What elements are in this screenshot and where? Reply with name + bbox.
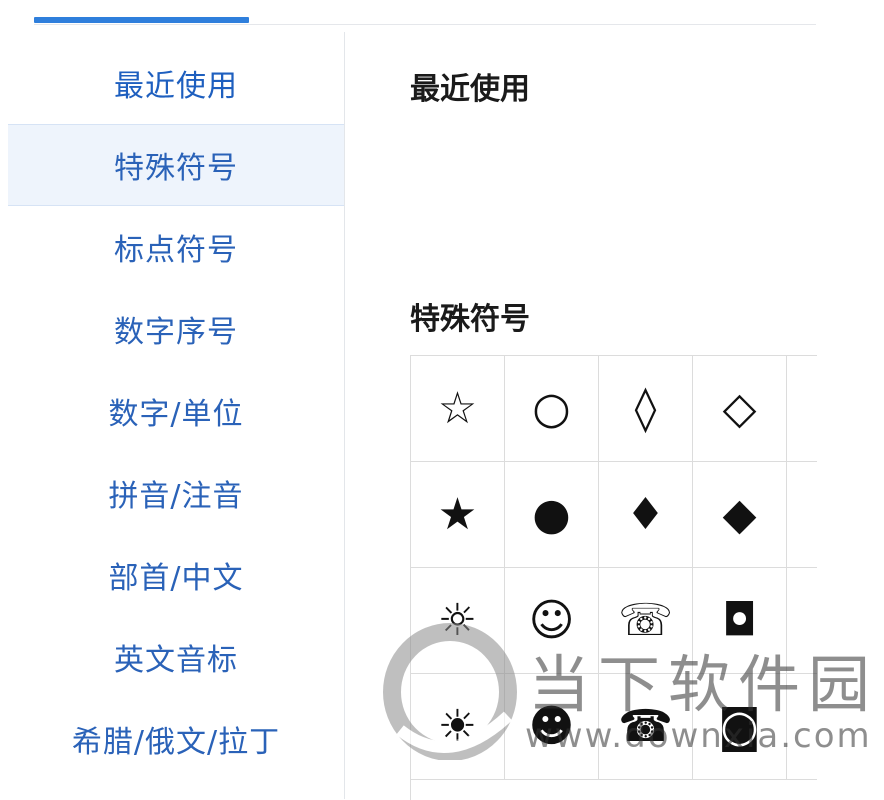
symbol-cell[interactable]: ♦: [599, 462, 693, 568]
symbol-cell[interactable]: │: [787, 356, 817, 462]
sidebar-item-radical-chinese[interactable]: 部首/中文: [8, 534, 344, 616]
symbol-cell[interactable]: ◇: [693, 356, 787, 462]
symbol-cell[interactable]: ‚: [787, 674, 817, 780]
symbol-cell[interactable]: ☏: [599, 568, 693, 674]
symbol-glyph: ☼: [437, 594, 478, 646]
sidebar-item-punctuation[interactable]: 标点符号: [8, 206, 344, 288]
symbol-glyph: ☀: [437, 700, 478, 752]
symbol-grid: ☆ ○ ◊ ◇ │ ★ ● ♦ ◆ │ ☼ ☺ ☏ ◘ ‛ ☀ ☻ ☎ ◙ ‚: [410, 355, 817, 800]
symbol-cell[interactable]: ●: [505, 462, 599, 568]
symbol-glyph: ●: [532, 488, 571, 540]
symbol-cell[interactable]: ☼: [411, 568, 505, 674]
symbol-glyph: ♦: [625, 488, 666, 540]
symbol-glyph: ☏: [617, 594, 674, 646]
symbol-cell[interactable]: ☺: [505, 568, 599, 674]
sidebar-item-special-symbols[interactable]: 特殊符号: [8, 124, 344, 206]
symbol-glyph: ◘: [722, 594, 757, 646]
symbol-cell[interactable]: │: [787, 462, 817, 568]
sidebar-item-phonetic[interactable]: 英文音标: [8, 616, 344, 698]
symbol-glyph: ☺: [528, 594, 575, 646]
symbol-cell[interactable]: ☆: [411, 356, 505, 462]
sidebar-item-number-sequence[interactable]: 数字序号: [8, 288, 344, 370]
symbol-cell[interactable]: ○: [505, 356, 599, 462]
symbol-glyph: ◆: [722, 488, 757, 540]
symbol-cell[interactable]: ☎: [599, 674, 693, 780]
symbol-glyph: ○: [532, 382, 571, 434]
category-sidebar: 最近使用 特殊符号 标点符号 数字序号 数字/单位 拼音/注音 部首/中文 英文…: [8, 32, 345, 799]
symbol-glyph: ☻: [528, 700, 575, 752]
symbol-cell[interactable]: ◙: [693, 674, 787, 780]
recent-section-title: 最近使用: [410, 72, 530, 107]
special-section-title: 特殊符号: [410, 302, 530, 337]
symbol-glyph: ◙: [718, 700, 761, 752]
symbol-glyph: ★: [437, 488, 478, 540]
symbol-cell[interactable]: ‛: [787, 568, 817, 674]
symbol-cell[interactable]: ◊: [599, 356, 693, 462]
top-divider: [34, 24, 816, 25]
symbol-glyph: ◊: [634, 382, 657, 434]
symbol-glyph: ☎: [618, 700, 673, 752]
sidebar-item-recent[interactable]: 最近使用: [8, 42, 344, 124]
symbol-cell[interactable]: ☻: [505, 674, 599, 780]
sidebar-item-number-unit[interactable]: 数字/单位: [8, 370, 344, 452]
symbol-cell[interactable]: ★: [411, 462, 505, 568]
sidebar-item-pinyin-zhuyin[interactable]: 拼音/注音: [8, 452, 344, 534]
symbol-glyph: ◇: [722, 382, 757, 434]
active-tab-indicator: [34, 17, 249, 23]
symbol-glyph: ☆: [437, 382, 478, 434]
sidebar-item-greek-russian-latin[interactable]: 希腊/俄文/拉丁: [8, 698, 344, 780]
symbol-cell[interactable]: ☀: [411, 674, 505, 780]
symbol-cell[interactable]: ◘: [693, 568, 787, 674]
symbol-cell[interactable]: ◆: [693, 462, 787, 568]
